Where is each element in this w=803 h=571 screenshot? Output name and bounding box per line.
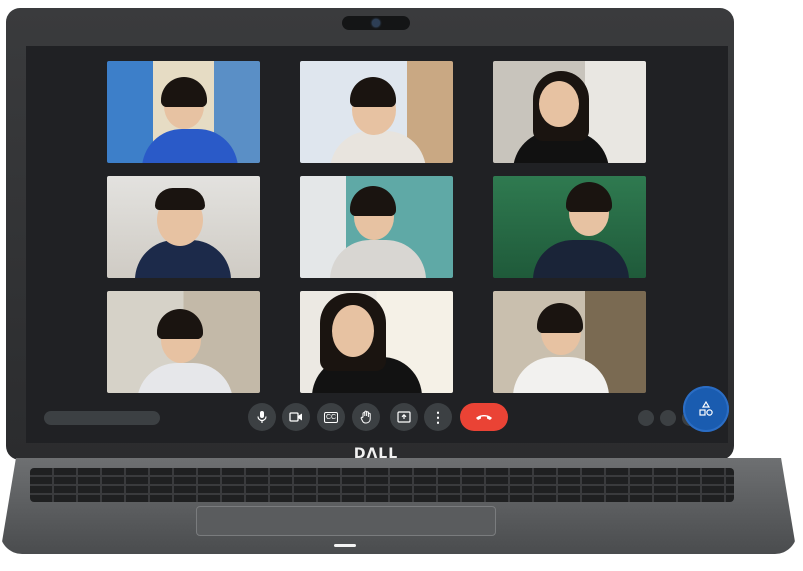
video-tile-9[interactable] [493,291,646,393]
activities-icon [699,400,713,416]
raise-hand-button[interactable] [352,403,380,431]
camera-button[interactable] [282,403,310,431]
participant-body [137,363,233,393]
touchpad [196,506,496,536]
video-tile-5[interactable] [300,176,453,278]
meeting-screen: CC ⋮ [26,46,728,443]
participant-body [513,357,609,393]
captions-icon: CC [323,411,339,423]
video-tile-6[interactable] [493,176,646,278]
participant-face [539,81,579,127]
video-tile-8[interactable] [300,291,453,393]
microphone-icon [257,411,267,423]
meeting-control-bar: CC ⋮ [26,403,728,433]
participant-hair [566,182,612,212]
participant-hair [350,77,396,107]
present-screen-button[interactable] [390,403,418,431]
phone-hangup-icon [476,415,492,420]
video-camera-icon [289,412,302,422]
video-tile-3[interactable] [493,61,646,163]
participant-body [142,129,238,163]
raise-hand-icon [360,410,371,424]
webcam-bar [342,16,410,30]
participant-body [330,240,426,278]
participant-hair [350,186,396,216]
video-tile-4[interactable] [107,176,260,278]
activities-button[interactable] [683,386,729,432]
more-vertical-icon: ⋮ [431,408,445,425]
people-button[interactable] [660,410,676,426]
participant-hair [161,77,207,107]
video-tile-1[interactable] [107,61,260,163]
more-options-button[interactable]: ⋮ [424,403,452,431]
info-button[interactable] [638,410,654,426]
meeting-details-pill[interactable] [44,411,160,425]
webcam-icon [372,19,380,27]
participant-hair [155,188,205,210]
participant-hair [157,309,203,339]
participant-face [332,305,374,357]
present-screen-icon [397,411,411,423]
participant-hair [537,303,583,333]
video-tile-7[interactable] [107,291,260,393]
captions-button[interactable]: CC [317,403,345,431]
participant-body [330,131,426,163]
end-call-button[interactable] [460,403,508,431]
microphone-button[interactable] [248,403,276,431]
video-tile-2[interactable] [300,61,453,163]
status-led [334,544,356,547]
laptop-lid: CC ⋮ DɅLL [6,8,734,462]
keyboard [30,468,734,502]
participant-body [533,240,629,278]
